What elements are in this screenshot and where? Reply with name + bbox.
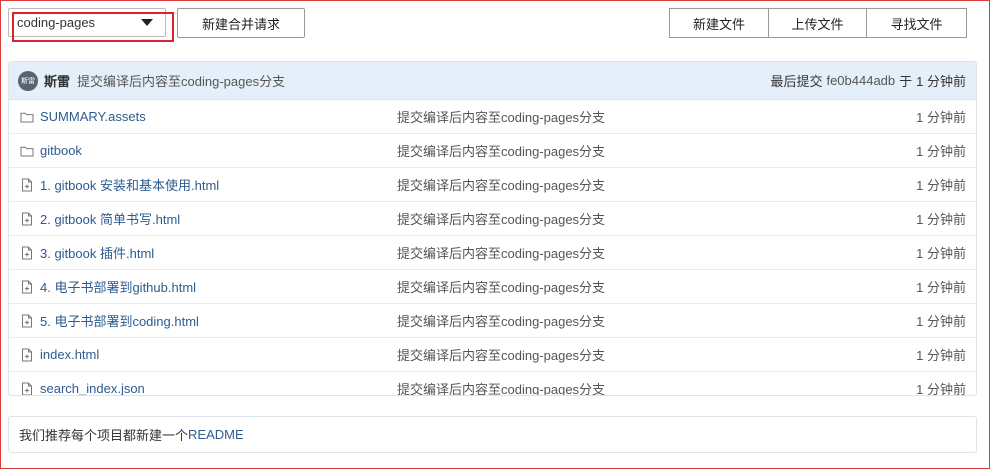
file-row[interactable]: gitbook 提交编译后内容至coding-pages分支 1 分钟前 xyxy=(9,134,976,168)
file-row[interactable]: search_index.json 提交编译后内容至coding-pages分支 1… xyxy=(9,372,976,396)
folder-icon xyxy=(20,144,34,158)
file-commit-time: 1 分钟前 xyxy=(916,314,966,329)
file-row[interactable]: 2. gitbook 简单书写.html 提交编译后内容至coding-pages… xyxy=(9,202,976,236)
branch-name: coding-pages xyxy=(17,15,96,30)
file-row[interactable]: index.html 提交编译后内容至coding-pages分支 1 分钟前 xyxy=(9,338,976,372)
last-commit-info: 最后提交 fe0b444adb 于 1 分钟前 xyxy=(770,62,966,99)
file-name[interactable]: gitbook xyxy=(40,143,82,158)
file-commit-message[interactable]: 提交编译后内容至coding-pages分支 xyxy=(397,141,605,160)
caret-down-icon xyxy=(141,19,153,26)
file-commit-message[interactable]: 提交编译后内容至coding-pages分支 xyxy=(397,107,605,126)
file-commit-message[interactable]: 提交编译后内容至coding-pages分支 xyxy=(397,345,605,364)
at-label: 于 xyxy=(899,74,913,89)
readme-recommendation: 我们推荐每个项目都新建一个 README xyxy=(8,416,977,453)
file-name[interactable]: 4. 电子书部署到github.html xyxy=(40,277,196,296)
file-row[interactable]: SUMMARY.assets 提交编译后内容至coding-pages分支 1 分钟… xyxy=(9,100,976,134)
file-commit-time: 1 分钟前 xyxy=(916,110,966,125)
upload-file-button[interactable]: 上传文件 xyxy=(769,8,867,38)
file-commit-message[interactable]: 提交编译后内容至coding-pages分支 xyxy=(397,243,605,262)
file-icon xyxy=(20,246,34,260)
file-icon xyxy=(20,280,34,294)
file-commit-time: 1 分钟前 xyxy=(916,348,966,363)
file-name[interactable]: 1. gitbook 安装和基本使用.html xyxy=(40,175,219,194)
file-row[interactable]: 5. 电子书部署到coding.html 提交编译后内容至coding-pages… xyxy=(9,304,976,338)
file-commit-message[interactable]: 提交编译后内容至coding-pages分支 xyxy=(397,311,605,330)
file-commit-time: 1 分钟前 xyxy=(916,280,966,295)
file-name[interactable]: SUMMARY.assets xyxy=(40,109,146,124)
file-commit-time: 1 分钟前 xyxy=(916,382,966,396)
file-row[interactable]: 3. gitbook 插件.html 提交编译后内容至coding-pages分支… xyxy=(9,236,976,270)
file-commit-message[interactable]: 提交编译后内容至coding-pages分支 xyxy=(397,209,605,228)
file-name[interactable]: search_index.json xyxy=(40,381,145,395)
file-commit-message[interactable]: 提交编译后内容至coding-pages分支 xyxy=(397,379,605,395)
branch-select[interactable]: coding-pages xyxy=(8,8,166,37)
file-commit-time: 1 分钟前 xyxy=(916,212,966,227)
commit-sha[interactable]: fe0b444adb xyxy=(826,73,895,88)
file-row[interactable]: 1. gitbook 安装和基本使用.html 提交编译后内容至coding-pa… xyxy=(9,168,976,202)
last-commit-bar: 斯雷 斯雷 提交编译后内容至coding-pages分支 最后提交 fe0b44… xyxy=(9,62,976,100)
commit-message[interactable]: 提交编译后内容至coding-pages分支 xyxy=(77,71,285,90)
last-commit-label: 最后提交 xyxy=(770,74,823,89)
file-icon xyxy=(20,212,34,226)
file-commit-time: 1 分钟前 xyxy=(916,144,966,159)
readme-text: 我们推荐每个项目都新建一个 xyxy=(19,428,189,443)
file-icon xyxy=(20,382,34,395)
file-commit-message[interactable]: 提交编译后内容至coding-pages分支 xyxy=(397,277,605,296)
file-rows: SUMMARY.assets 提交编译后内容至coding-pages分支 1 分钟… xyxy=(9,100,976,396)
file-commit-message[interactable]: 提交编译后内容至coding-pages分支 xyxy=(397,175,605,194)
file-name[interactable]: index.html xyxy=(40,347,99,362)
new-merge-request-button[interactable]: 新建合并请求 xyxy=(177,8,305,38)
file-icon xyxy=(20,314,34,328)
new-file-button[interactable]: 新建文件 xyxy=(669,8,769,38)
file-name[interactable]: 3. gitbook 插件.html xyxy=(40,243,154,262)
file-icon xyxy=(20,178,34,192)
file-list-panel: 斯雷 斯雷 提交编译后内容至coding-pages分支 最后提交 fe0b44… xyxy=(8,61,977,396)
file-row[interactable]: 4. 电子书部署到github.html 提交编译后内容至coding-pages… xyxy=(9,270,976,304)
commit-time: 1 分钟前 xyxy=(916,74,966,89)
find-file-button[interactable]: 寻找文件 xyxy=(867,8,967,38)
file-actions-group: 新建文件 上传文件 寻找文件 xyxy=(669,8,967,38)
file-name[interactable]: 5. 电子书部署到coding.html xyxy=(40,311,199,330)
file-commit-time: 1 分钟前 xyxy=(916,246,966,261)
file-icon xyxy=(20,348,34,362)
file-name[interactable]: 2. gitbook 简单书写.html xyxy=(40,209,180,228)
file-commit-time: 1 分钟前 xyxy=(916,178,966,193)
avatar[interactable]: 斯雷 xyxy=(18,70,38,91)
readme-link[interactable]: README xyxy=(188,427,244,442)
folder-icon xyxy=(20,110,34,124)
commit-author[interactable]: 斯雷 xyxy=(44,71,70,90)
